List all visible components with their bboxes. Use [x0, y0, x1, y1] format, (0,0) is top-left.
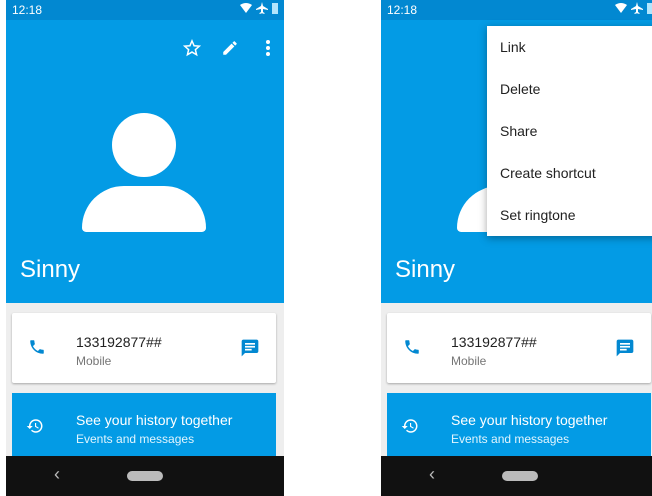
status-time: 12:18 — [387, 3, 418, 17]
star-icon[interactable] — [182, 38, 202, 58]
history-icon — [401, 417, 419, 440]
wifi-icon — [615, 2, 627, 14]
navigation-bar: ‹ — [6, 456, 284, 496]
phone-entry-card[interactable]: 133192877## Mobile — [387, 313, 651, 383]
history-title: See your history together — [451, 412, 608, 428]
status-bar: 12:18 — [381, 0, 652, 20]
menu-item-link[interactable]: Link — [487, 26, 652, 68]
history-subtitle: Events and messages — [451, 432, 570, 446]
overflow-menu: Link Delete Share Create shortcut Set ri… — [487, 26, 652, 236]
message-icon[interactable] — [240, 338, 260, 363]
history-card[interactable]: See your history together Events and mes… — [12, 393, 276, 457]
airplane-icon — [256, 2, 268, 14]
wifi-icon — [240, 2, 252, 14]
battery-icon — [272, 2, 278, 14]
contact-name: Sinny — [20, 256, 81, 283]
phone-icon[interactable] — [403, 338, 421, 361]
phone-entry-card[interactable]: 133192877## Mobile — [12, 313, 276, 383]
avatar-body — [82, 186, 206, 232]
contact-screen: 12:18 Sinny 133192877## Mobile See your … — [6, 0, 284, 496]
avatar-head — [112, 113, 176, 177]
phone-number: 133192877## — [76, 334, 162, 350]
phone-number: 133192877## — [451, 334, 537, 350]
status-time: 12:18 — [12, 3, 43, 17]
menu-item-set-ringtone[interactable]: Set ringtone — [487, 194, 652, 236]
home-button[interactable] — [502, 471, 538, 481]
phone-type: Mobile — [76, 354, 112, 368]
back-icon[interactable]: ‹ — [429, 464, 435, 485]
navigation-bar: ‹ — [381, 456, 652, 496]
menu-item-create-shortcut[interactable]: Create shortcut — [487, 152, 652, 194]
phone-type: Mobile — [451, 354, 487, 368]
more-icon[interactable] — [258, 38, 278, 58]
edit-icon[interactable] — [220, 38, 240, 58]
menu-item-share[interactable]: Share — [487, 110, 652, 152]
history-icon — [26, 417, 44, 440]
phone-icon[interactable] — [28, 338, 46, 361]
contact-header: Sinny — [6, 20, 284, 303]
history-card[interactable]: See your history together Events and mes… — [387, 393, 651, 457]
menu-item-delete[interactable]: Delete — [487, 68, 652, 110]
battery-icon — [647, 2, 652, 14]
history-subtitle: Events and messages — [76, 432, 195, 446]
home-button[interactable] — [127, 471, 163, 481]
history-title: See your history together — [76, 412, 233, 428]
status-bar: 12:18 — [6, 0, 284, 20]
airplane-icon — [631, 2, 643, 14]
back-icon[interactable]: ‹ — [54, 464, 60, 485]
message-icon[interactable] — [615, 338, 635, 363]
contact-name: Sinny — [395, 256, 456, 283]
contact-screen-menu-open: 12:18 Sinny 133192877## Mobile See your … — [381, 0, 652, 496]
